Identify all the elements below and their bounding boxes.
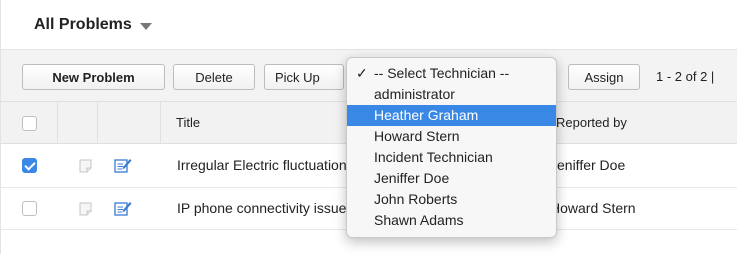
problem-title-link[interactable]: IP phone connectivity issues <box>177 200 352 216</box>
delete-button[interactable]: Delete <box>173 64 255 90</box>
technician-option[interactable]: administrator <box>347 84 556 105</box>
edit-icon[interactable] <box>114 157 132 173</box>
chevron-down-icon[interactable] <box>139 22 152 30</box>
option-label: Jeniffer Doe <box>374 170 450 186</box>
option-label: -- Select Technician -- <box>374 65 510 81</box>
technician-option[interactable]: ✓ -- Select Technician -- <box>347 63 556 84</box>
column-divider <box>160 102 161 143</box>
option-label: Howard Stern <box>374 128 460 144</box>
note-icon[interactable] <box>79 159 92 173</box>
column-divider <box>57 102 58 143</box>
reported-by-cell: Jeniffer Doe <box>550 157 626 173</box>
option-label: Shawn Adams <box>374 212 464 228</box>
technician-option[interactable]: Howard Stern <box>347 126 556 147</box>
reported-by-cell: Howard Stern <box>550 200 636 216</box>
view-selector-title[interactable]: All Problems <box>34 16 132 34</box>
technician-option[interactable]: Jeniffer Doe <box>347 168 556 189</box>
checkmark-icon: ✓ <box>356 65 368 81</box>
option-label: administrator <box>374 86 455 102</box>
option-label: John Roberts <box>374 191 458 207</box>
all-problems-page: All Problems New Problem Delete Pick Up … <box>0 0 737 254</box>
column-divider <box>97 102 98 143</box>
pick-up-button[interactable]: Pick Up <box>264 64 344 90</box>
column-header-title[interactable]: Title <box>176 115 200 130</box>
option-label: Heather Graham <box>374 107 479 123</box>
problem-title-link[interactable]: Irregular Electric fluctuations <box>177 157 352 173</box>
technician-select-dropdown[interactable]: ✓ -- Select Technician -- administrator … <box>346 57 557 238</box>
row-checkbox[interactable] <box>22 201 37 216</box>
edit-icon[interactable] <box>114 200 132 216</box>
note-icon[interactable] <box>79 202 92 216</box>
new-problem-button[interactable]: New Problem <box>22 64 165 90</box>
technician-option[interactable]: Incident Technician <box>347 147 556 168</box>
technician-option[interactable]: Shawn Adams <box>347 210 556 231</box>
pagination-info: 1 - 2 of 2 | <box>656 69 715 84</box>
technician-option-highlighted[interactable]: Heather Graham <box>347 105 556 126</box>
page-header: All Problems <box>1 0 737 50</box>
option-label: Incident Technician <box>374 149 493 165</box>
assign-button[interactable]: Assign <box>568 64 640 90</box>
select-all-checkbox[interactable] <box>22 116 37 131</box>
technician-option[interactable]: John Roberts <box>347 189 556 210</box>
column-header-reported-by[interactable]: Reported by <box>556 115 627 130</box>
row-checkbox[interactable] <box>22 158 37 173</box>
